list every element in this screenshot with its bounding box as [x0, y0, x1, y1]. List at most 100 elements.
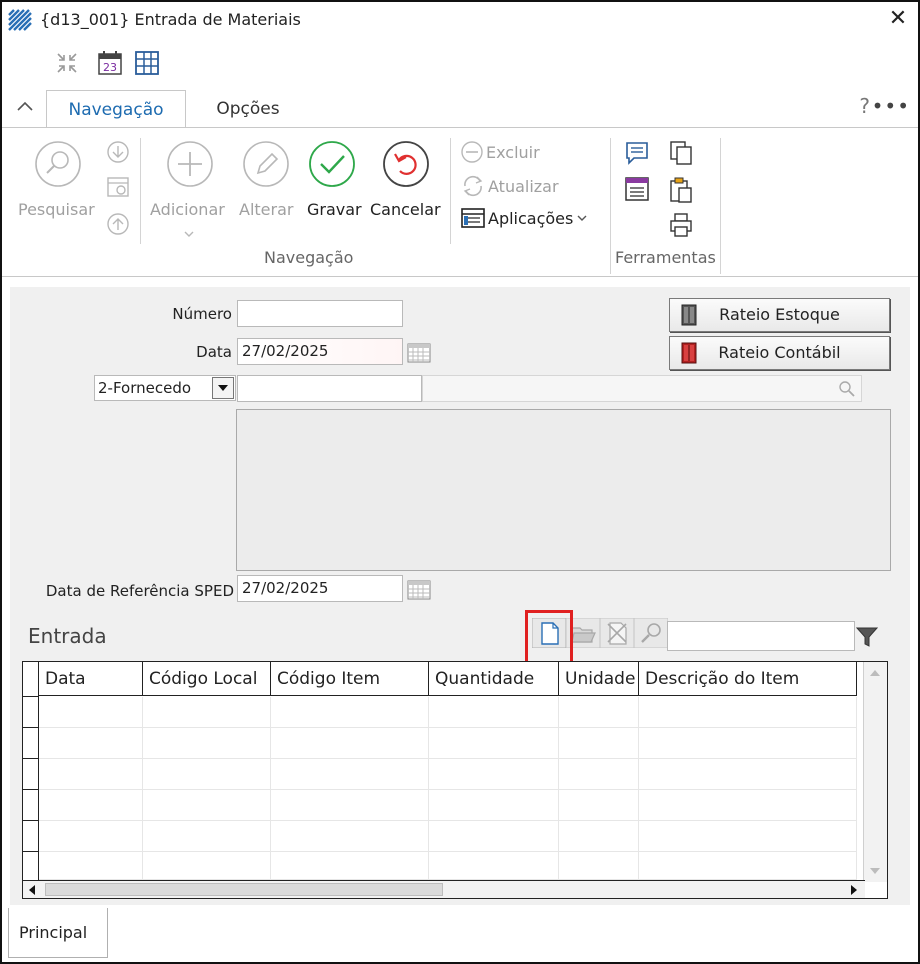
grid-cell[interactable]	[39, 790, 143, 821]
collapse-ribbon-icon[interactable]	[14, 96, 36, 118]
dropdown-arrow-icon[interactable]	[212, 377, 234, 399]
rateio-contabil-button[interactable]: Rateio Contábil	[669, 336, 890, 370]
rateio-estoque-button[interactable]: Rateio Estoque	[669, 298, 890, 332]
column-header-data[interactable]: Data	[39, 662, 143, 696]
grid-cell[interactable]	[429, 790, 559, 821]
grid-cell[interactable]	[639, 728, 857, 759]
grid-cell[interactable]	[271, 790, 429, 821]
column-header-quantidade[interactable]: Quantidade	[429, 662, 559, 696]
grid-cell[interactable]	[639, 697, 857, 728]
grid-cell[interactable]	[639, 790, 857, 821]
fornecedor-code-field[interactable]	[237, 375, 422, 402]
grid-cell[interactable]	[271, 821, 429, 852]
aplicacoes-button[interactable]: Aplicações	[460, 206, 587, 230]
grid-cell[interactable]	[143, 821, 271, 852]
grid-cell[interactable]	[429, 697, 559, 728]
cancelar-button[interactable]: Cancelar	[370, 200, 441, 219]
calendar-picker-icon[interactable]	[407, 342, 431, 364]
grid-settings-icon[interactable]	[134, 50, 160, 76]
adicionar-button[interactable]: Adicionar	[150, 200, 225, 219]
fornecedor-select[interactable]: 2-Fornecedo	[94, 375, 236, 401]
gravar-button[interactable]: Gravar	[307, 200, 362, 219]
scroll-down-icon[interactable]	[868, 866, 882, 876]
alterar-button[interactable]: Alterar	[239, 200, 293, 219]
horizontal-scrollbar[interactable]	[23, 880, 865, 898]
grid-cell[interactable]	[143, 790, 271, 821]
grid-cell[interactable]	[39, 697, 143, 728]
up-arrow-icon[interactable]	[106, 212, 130, 236]
tab-opcoes[interactable]: Opções	[202, 90, 294, 128]
table-row[interactable]	[39, 759, 857, 790]
grid-cell[interactable]	[271, 697, 429, 728]
record-search-icon[interactable]	[106, 174, 132, 200]
table-row[interactable]	[39, 821, 857, 852]
calendar-picker-icon[interactable]	[407, 579, 431, 601]
search-icon[interactable]	[837, 379, 857, 399]
grid-cell[interactable]	[39, 821, 143, 852]
grid-cell[interactable]	[429, 759, 559, 790]
numero-field[interactable]	[237, 300, 403, 327]
search-record-icon[interactable]	[634, 618, 668, 648]
grid-cell[interactable]	[39, 852, 143, 883]
grid-cell[interactable]	[143, 852, 271, 883]
grid-cell[interactable]	[271, 852, 429, 883]
grid-cell[interactable]	[429, 821, 559, 852]
grid-cell[interactable]	[639, 821, 857, 852]
column-header-unidade[interactable]: Unidade	[559, 662, 639, 696]
table-row[interactable]	[39, 728, 857, 759]
grid-cell[interactable]	[559, 790, 639, 821]
horizontal-scroll-thumb[interactable]	[45, 883, 443, 896]
more-options-button[interactable]: •••	[872, 94, 910, 118]
table-row[interactable]	[39, 790, 857, 821]
atualizar-button[interactable]: Atualizar	[460, 174, 559, 198]
close-button[interactable]: ✕	[886, 6, 910, 32]
grid-cell[interactable]	[271, 728, 429, 759]
table-row[interactable]	[39, 697, 857, 728]
pesquisar-button[interactable]: Pesquisar	[18, 200, 95, 219]
data-referencia-sped-field[interactable]: 27/02/2025	[237, 575, 403, 602]
tab-principal[interactable]: Principal	[8, 908, 108, 958]
grid-cell[interactable]	[143, 728, 271, 759]
column-header-descricao-item[interactable]: Descrição do Item	[639, 662, 857, 696]
form-list-icon[interactable]	[624, 176, 650, 202]
fornecedor-name-field[interactable]	[422, 375, 862, 402]
grid-filter-input[interactable]	[667, 621, 855, 651]
scroll-up-icon[interactable]	[868, 668, 882, 678]
help-button[interactable]: ?	[859, 94, 870, 118]
tab-navegacao[interactable]: Navegação	[46, 90, 186, 128]
grid-cell[interactable]	[429, 728, 559, 759]
grid-cell[interactable]	[639, 852, 857, 883]
delete-record-icon[interactable]	[600, 618, 634, 648]
table-row[interactable]	[39, 852, 857, 883]
scroll-right-icon[interactable]	[849, 884, 859, 896]
row-indicator-line	[23, 851, 39, 852]
collapse-arrows-icon[interactable]	[54, 50, 80, 76]
grid-cell[interactable]	[143, 759, 271, 790]
print-icon[interactable]	[668, 212, 694, 238]
paste-icon[interactable]	[668, 176, 694, 204]
filter-icon[interactable]	[855, 625, 879, 649]
grid-cell[interactable]	[271, 759, 429, 790]
scroll-left-icon[interactable]	[27, 884, 37, 896]
comment-icon[interactable]	[624, 140, 650, 166]
data-field[interactable]: 27/02/2025	[237, 338, 403, 365]
column-header-codigo-item[interactable]: Código Item	[271, 662, 429, 696]
grid-cell[interactable]	[559, 759, 639, 790]
grid-cell[interactable]	[143, 697, 271, 728]
excluir-button[interactable]: Excluir	[460, 140, 540, 164]
grid-cell[interactable]	[559, 821, 639, 852]
calendar-icon[interactable]: 23	[97, 50, 123, 76]
column-header-codigo-local[interactable]: Código Local	[143, 662, 271, 696]
excluir-label: Excluir	[486, 142, 540, 162]
down-arrow-icon[interactable]	[106, 140, 130, 164]
grid-cell[interactable]	[639, 759, 857, 790]
grid-cell[interactable]	[559, 852, 639, 883]
entrada-grid[interactable]: Data Código Local Código Item Quantidade…	[22, 661, 888, 899]
grid-cell[interactable]	[429, 852, 559, 883]
grid-cell[interactable]	[559, 728, 639, 759]
grid-cell[interactable]	[559, 697, 639, 728]
vertical-scrollbar[interactable]	[863, 662, 887, 882]
grid-cell[interactable]	[39, 759, 143, 790]
grid-cell[interactable]	[39, 728, 143, 759]
copy-icon[interactable]	[668, 140, 694, 166]
